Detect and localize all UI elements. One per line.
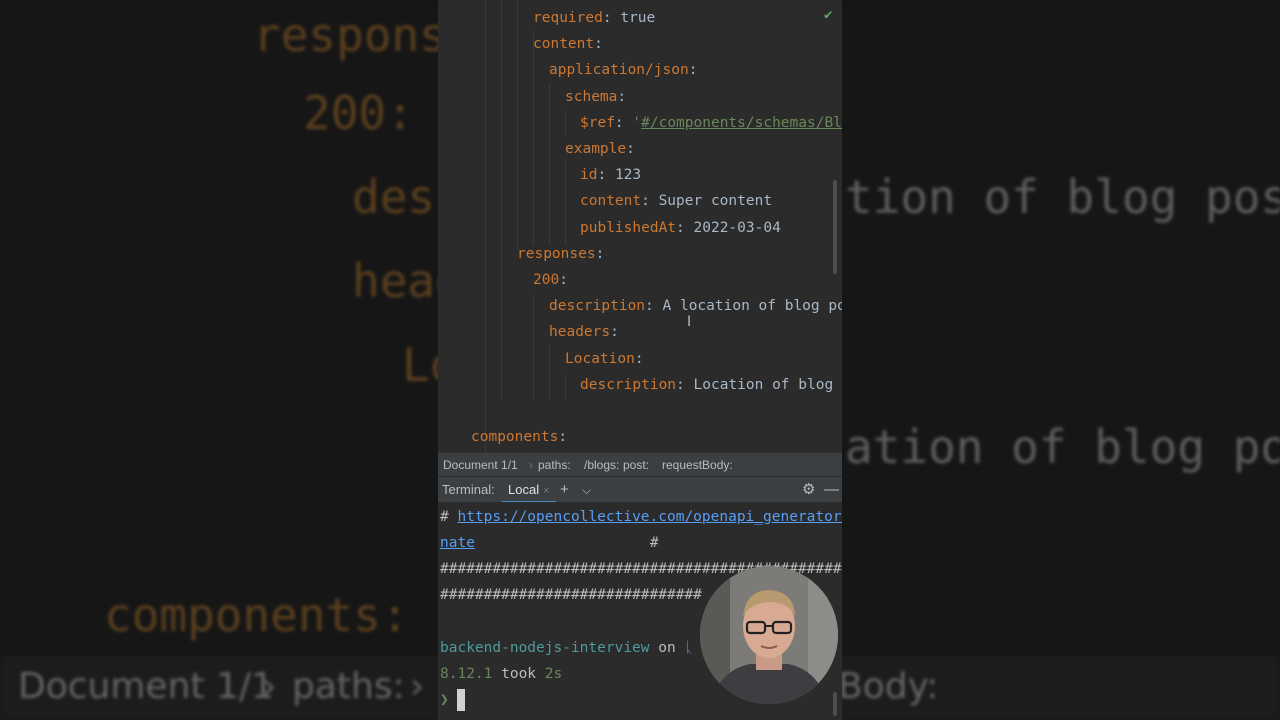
presenter-portrait <box>700 566 838 704</box>
yaml-key: application/json <box>549 62 689 79</box>
yaml-key: description <box>549 298 646 315</box>
yaml-key: id <box>580 167 598 184</box>
code-line: description: Location of blog post <box>580 372 842 398</box>
terminal-line: ############################## <box>440 587 702 603</box>
terminal-label: Terminal: <box>442 482 495 497</box>
yaml-value: : <box>595 245 605 262</box>
yaml-value: : <box>688 62 698 79</box>
text-cursor-icon: I <box>687 314 692 330</box>
yaml-key: headers <box>549 324 611 341</box>
code-line: content: <box>533 31 603 57</box>
yaml-key: $ref <box>580 114 615 131</box>
text-cursor <box>457 689 466 711</box>
node-version: 8.12.1 <box>440 666 493 682</box>
yaml-value: : <box>597 167 615 184</box>
breadcrumb-item[interactable]: /blogs: <box>584 458 619 472</box>
yaml-value: : <box>634 350 644 367</box>
elapsed-time: 2s <box>544 666 563 682</box>
breadcrumb-item[interactable]: requestBody: <box>662 458 733 472</box>
yaml-value: : <box>676 219 694 236</box>
yaml-key: 200 <box>533 272 560 288</box>
gear-icon[interactable]: ⚙ <box>802 480 815 500</box>
plus-icon[interactable]: + <box>560 480 569 500</box>
minus-icon[interactable]: — <box>824 480 839 500</box>
yaml-value: : <box>602 10 621 26</box>
code-line: id: 123 <box>580 162 641 188</box>
code-line: example: <box>565 136 635 162</box>
yaml-value: : <box>614 114 633 131</box>
yaml-value: : <box>559 272 568 288</box>
code-line: components: <box>471 424 567 450</box>
code-line: responses: <box>517 241 604 267</box>
yaml-key: publishedAt <box>580 219 677 236</box>
yaml-value: Location of blog post <box>693 376 843 393</box>
terminal-scrollbar[interactable] <box>833 692 837 716</box>
prompt-icon: ❯ <box>440 692 449 708</box>
yaml-key: Location <box>565 350 635 367</box>
yaml-key: example <box>565 141 627 157</box>
yaml-value: ' <box>632 114 642 131</box>
terminal-line: nate # <box>440 535 659 551</box>
tab-local-label: Local <box>508 482 540 497</box>
yaml-value: Super content <box>658 193 773 210</box>
code-line: application/json: <box>549 57 697 83</box>
yaml-value: : <box>558 429 568 446</box>
donate-link-cont[interactable]: nate <box>440 535 475 551</box>
yaml-key: required <box>533 10 603 26</box>
tab-local[interactable]: Local × <box>502 477 556 503</box>
code-line: Location: <box>565 346 644 372</box>
ref-link[interactable]: #/components/schemas/BlogPost <box>641 115 842 131</box>
presenter-webcam <box>700 566 838 704</box>
yaml-editor[interactable]: required: true content: application/json: s… <box>438 0 842 452</box>
yaml-key: components <box>471 429 559 446</box>
code-line: content: Super content <box>580 188 772 214</box>
code-line: publishedAt: 2022-03-04 <box>580 215 781 241</box>
code-line: headers: <box>549 319 619 345</box>
terminal-toolbar: Terminal: Local × + ⌵ ⚙ — <box>438 476 842 503</box>
yaml-key: content <box>580 193 642 210</box>
breadcrumb-sep: › <box>529 458 533 472</box>
directory-name: backend-nodejs-interview <box>440 640 650 656</box>
code-line: schema: <box>565 84 626 110</box>
yaml-value: true <box>620 10 656 26</box>
donate-link[interactable]: https://opencollective.com/openapi_gener… <box>457 509 842 525</box>
yaml-value: A location of blog post <box>662 298 843 315</box>
code-line: required: true <box>533 5 655 31</box>
code-line: description: A location of blog post <box>549 293 842 319</box>
terminal-input-line[interactable]: ❯ <box>440 687 466 713</box>
yaml-key: schema <box>565 88 618 105</box>
yaml-value: : <box>617 88 627 105</box>
yaml-value: : <box>594 36 603 53</box>
code-line: $ref: '#/components/schemas/BlogPost <box>580 110 842 136</box>
chevron-down-icon[interactable]: ⌵ <box>582 480 591 500</box>
code-line: 200: <box>533 267 568 293</box>
terminal-prompt-line: backend-nodejs-interview on ᚳ main <box>440 635 737 661</box>
yaml-value: : <box>676 376 694 393</box>
yaml-value: : <box>641 193 659 210</box>
yaml-value: : <box>610 324 619 341</box>
yaml-key: responses <box>517 245 596 262</box>
breadcrumb-item[interactable]: Document 1/1 <box>443 458 518 472</box>
terminal-line: # https://opencollective.com/openapi_gen… <box>440 504 842 530</box>
editor-scrollbar[interactable] <box>833 180 837 274</box>
breadcrumb-item[interactable]: paths: <box>538 458 571 472</box>
yaml-value: 123 <box>614 167 642 184</box>
close-icon[interactable]: × <box>543 485 549 497</box>
checkmark-icon: ✔ <box>824 7 833 23</box>
yaml-value: 2022-03-04 <box>693 219 781 236</box>
breadcrumb: Document 1/1 › paths: /blogs: post: requ… <box>438 452 842 477</box>
breadcrumb-item[interactable]: post: <box>623 458 649 472</box>
terminal-line: 8.12.1 took 2s <box>440 666 563 682</box>
yaml-key: content <box>533 36 595 53</box>
yaml-key: description <box>580 376 677 393</box>
yaml-value: : <box>626 141 635 157</box>
yaml-value: : <box>645 298 663 315</box>
